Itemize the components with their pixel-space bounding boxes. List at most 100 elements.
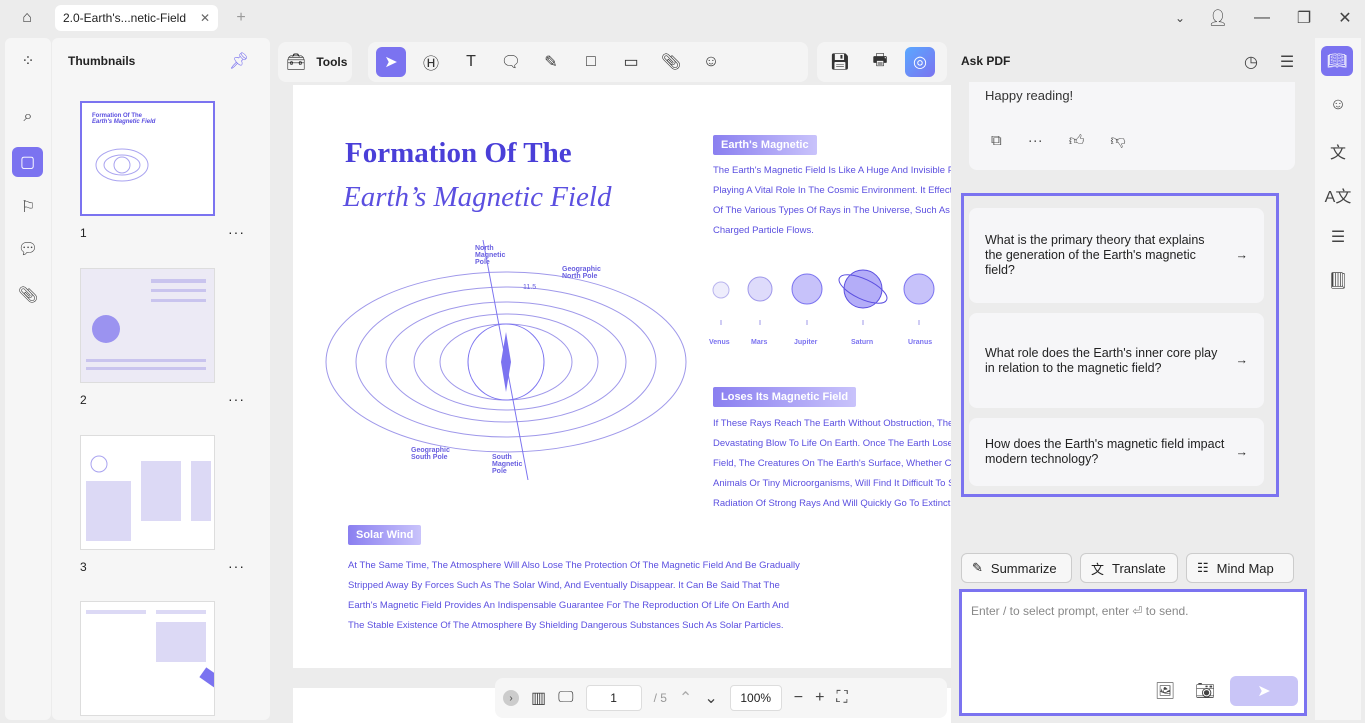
prompt-input[interactable]: Enter / to select prompt, enter ⏎ to sen… [959,589,1307,716]
history-icon[interactable]: ◷ [1239,50,1263,74]
select-tool-icon[interactable]: ➤ [376,47,406,77]
minimize-button[interactable]: — [1250,6,1274,30]
prompt-placeholder: Enter / to select prompt, enter ⏎ to sen… [971,604,1189,618]
measure-tool-icon[interactable]: ▭ [616,47,646,77]
text-tool-icon[interactable]: T [456,47,486,77]
thumbnail-page-3[interactable] [80,435,215,550]
suggestion-card[interactable]: What is the primary theory that explains… [969,208,1264,303]
message-text: Happy reading! [985,88,1074,103]
fit-page-icon[interactable]: ⛶ [836,689,847,707]
panel-title: Ask PDF [961,54,1011,68]
ocr-translate-icon[interactable]: A文 [1323,182,1353,208]
section-heading: Solar Wind [348,525,422,545]
label-south-magnetic: South Magnetic Pole [492,454,523,475]
more-icon[interactable]: ··· [1028,132,1043,150]
prev-page-icon[interactable]: ⌃ [679,688,692,708]
restore-button[interactable]: ❐ [1292,6,1316,30]
heading-tool-icon[interactable]: Ⓗ [416,47,446,77]
highlighter-icon[interactable]: ✎ [536,47,566,77]
page-number: 2 [80,393,87,407]
thumbnails-icon[interactable]: ▢ [12,147,43,177]
thumbs-up-icon[interactable]: 👍︎ [1069,132,1085,150]
print-icon[interactable]: 🖶 [865,47,895,77]
zoom-out-icon[interactable]: − [794,689,803,707]
label-geographic-south: Geographic South Pole [411,447,450,461]
send-button[interactable]: ➤ [1230,676,1298,706]
chip-label: Translate [1112,560,1166,576]
left-rail: ⁘ ⌕ ▢ ⚐ 💬︎ 📎︎ [5,38,51,720]
page-number: 1 [80,226,87,240]
suggestion-text: How does the Earth's magnetic field impa… [985,437,1225,466]
summary-icon[interactable]: ☰ [1323,224,1353,250]
chat-bot-icon[interactable]: ☺ [1323,92,1353,118]
sticker-tool-icon[interactable]: ☺ [696,47,726,77]
presentation-icon[interactable]: 🖵 [558,689,573,707]
suggestion-card[interactable]: How does the Earth's magnetic field impa… [969,418,1264,486]
copy-icon[interactable]: ⧉ [991,132,1002,150]
label-north-magnetic: North Magnetic Pole [475,245,506,266]
total-pages: / 5 [653,691,667,705]
translate-icon[interactable]: 文 [1323,138,1353,164]
apps-icon[interactable]: ⁘ [13,48,43,74]
page-layout-icon[interactable]: ▥ [531,688,546,708]
magnetic-field-diagram [325,240,687,480]
image-upload-icon[interactable]: 🖼︎ [1154,680,1176,702]
zoom-level[interactable]: 100% [729,685,782,711]
tools-button[interactable]: Tools [316,55,347,69]
zoom-in-icon[interactable]: + [815,689,824,707]
page-more-button[interactable]: ··· [228,391,245,407]
thumbnail-page-2[interactable] [80,268,215,383]
account-icon[interactable]: 👤︎ [1206,6,1230,30]
next-page-icon[interactable]: ⌄ [704,688,717,708]
comment-icon[interactable]: 💬︎ [13,236,43,262]
tab-document[interactable]: 2.0-Earth's...netic-Field ✕ [55,5,218,31]
thumbnails-panel: Thumbnails 📌︎ Formation Of The Earth's Ma… [52,38,270,720]
thumbs-down-icon[interactable]: 👎︎ [1110,132,1125,150]
page-more-button[interactable]: ··· [228,224,245,240]
edit-toolbar: ➤ Ⓗ T 🗨︎ ✎ □ ▭ 📎︎ ☺ [368,42,808,82]
save-icon[interactable]: 💾︎ [825,47,855,77]
translate-button[interactable]: 文 Translate [1080,553,1178,583]
page-title-line2: Earth’s Magnetic Field [343,181,612,213]
attach-tool-icon[interactable]: 📎︎ [656,47,686,77]
pin-icon[interactable]: 📌︎ [228,50,250,72]
mind-map-button[interactable]: ☷ Mind Map [1186,553,1294,583]
add-tab-button[interactable]: + [230,6,252,30]
title-bar: ⌂ 2.0-Earth's...netic-Field ✕ + ⌄ 👤︎ — ❐ … [0,0,1365,36]
page-title-line1: Formation Of The [345,137,572,169]
comment-tool-icon[interactable]: 🗨︎ [496,47,526,77]
label-angle: 11.5 [523,284,537,291]
suggestion-card[interactable]: What role does the Earth's inner core pl… [969,313,1264,408]
chat-message: Happy reading! ⧉ ··· 👍︎ 👎︎ [969,82,1295,170]
suggestion-text: What is the primary theory that explains… [985,233,1205,277]
page-more-button[interactable]: ··· [228,558,245,574]
arrow-right-icon: → [1235,444,1249,459]
search-icon[interactable]: ⌕ [13,104,43,130]
shape-tool-icon[interactable]: □ [576,47,606,77]
ask-pdf-icon[interactable]: 📖︎ [1321,46,1353,76]
home-icon[interactable]: ⌂ [14,6,40,30]
book-icon[interactable]: 📕︎ [1323,268,1353,294]
close-window-button[interactable]: ✕ [1333,6,1357,30]
page-number-input[interactable]: 1 [585,685,642,711]
chip-label: Summarize [990,560,1057,576]
thumbnail-page-4[interactable] [80,601,223,716]
screenshot-icon[interactable]: 📷︎ [1194,680,1216,702]
tools-group: 🧰︎ Tools [278,42,352,82]
label-geographic-north: Geographic North Pole [562,266,601,280]
attachment-icon[interactable]: 📎︎ [13,282,43,308]
suggestion-text: What role does the Earth's inner core pl… [985,345,1218,375]
translate-icon: 文 [1091,561,1105,577]
summarize-button[interactable]: ✎ Summarize [961,553,1072,583]
bookmark-icon[interactable]: ⚐ [13,194,43,220]
file-toolbar: 💾︎ 🖶 ◎ [817,42,947,82]
page-number: 3 [80,560,87,574]
section-heading: Earth's Magnetic [713,135,817,155]
thumbnail-page-1[interactable]: Formation Of The Earth's Magnetic Field [80,101,215,216]
ai-assistant-icon[interactable]: ◎ [905,47,935,77]
collapse-icon[interactable]: › [503,690,519,706]
chevron-down-icon[interactable]: ⌄ [1168,6,1192,30]
planet-label: Jupiter [794,339,818,346]
close-tab-icon[interactable]: ✕ [200,11,210,25]
settings-icon[interactable]: ☰ [1275,50,1299,74]
